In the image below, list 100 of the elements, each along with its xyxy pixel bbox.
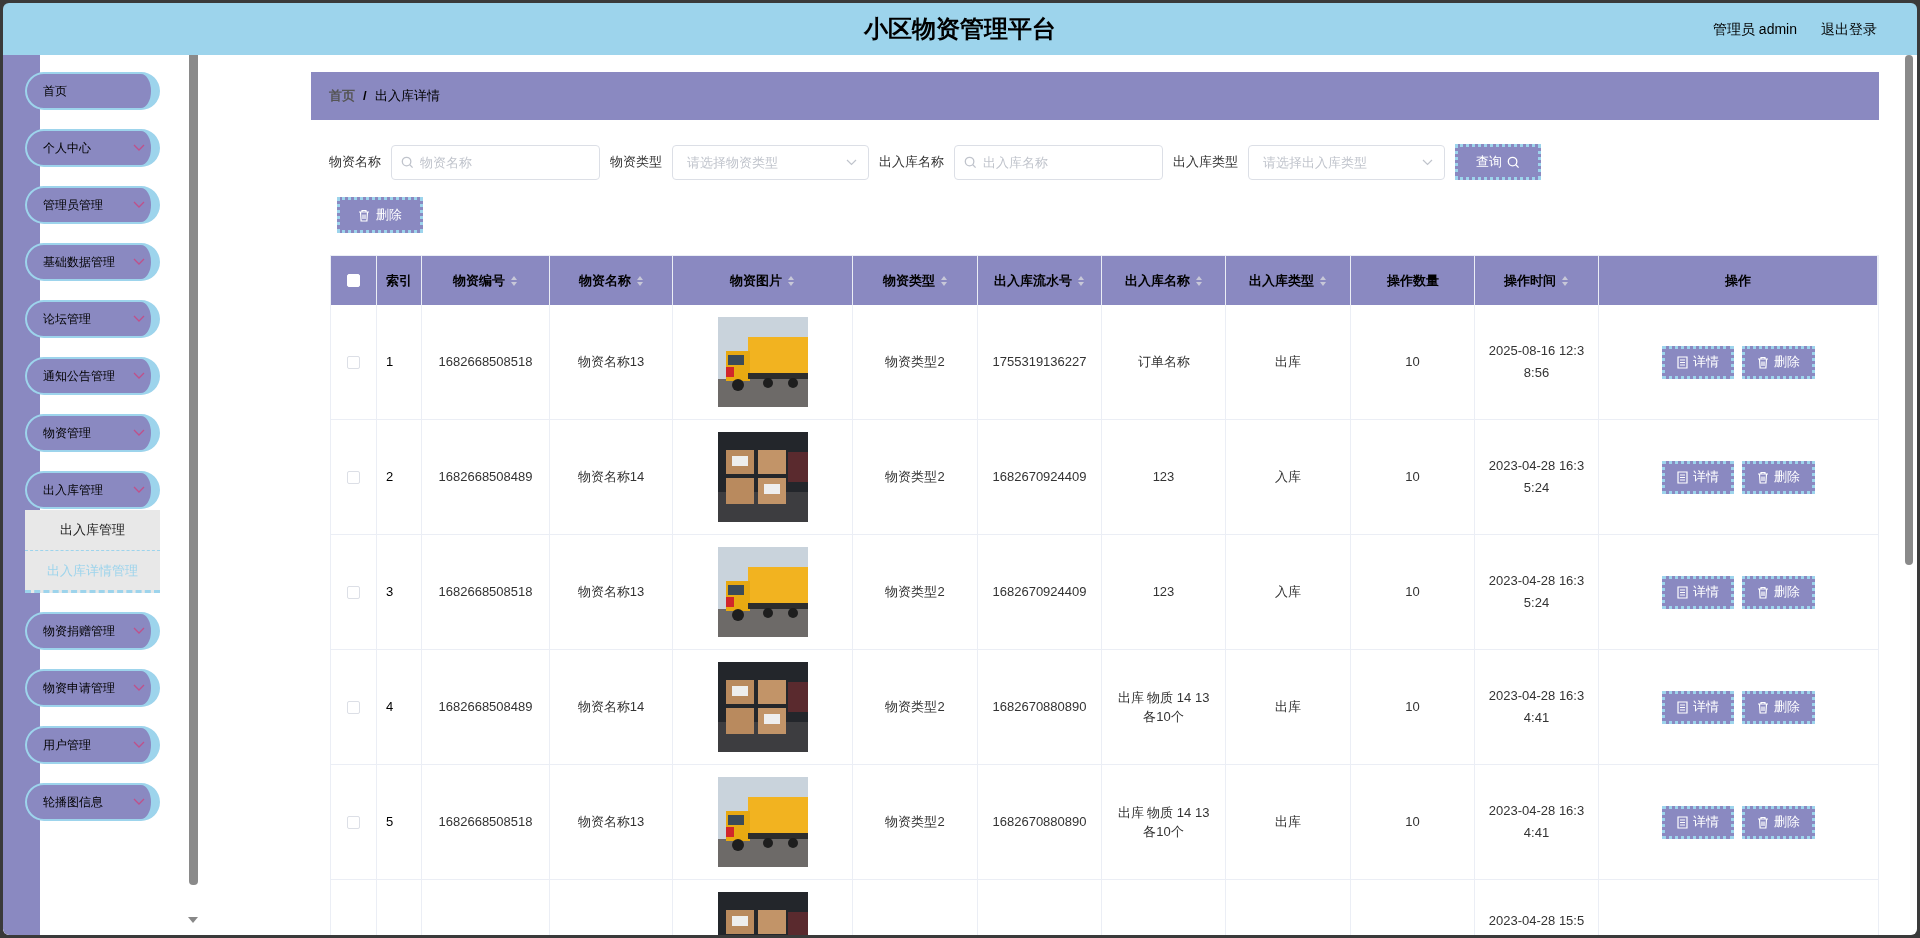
table-cell: 1682670880890 bbox=[978, 765, 1102, 879]
column-header[interactable]: 物资编号 bbox=[453, 270, 518, 291]
table-cell-text: 1 bbox=[386, 353, 394, 372]
chevron-down-icon bbox=[133, 315, 145, 323]
trash-icon bbox=[1757, 585, 1769, 599]
table-cell-text: 4 bbox=[386, 698, 394, 717]
sort-icon[interactable] bbox=[1194, 274, 1203, 287]
delete-button[interactable]: 删除 bbox=[1742, 575, 1815, 609]
sidebar-item[interactable]: 物资捐赠管理 bbox=[25, 612, 160, 650]
details-button[interactable]: 详情 bbox=[1662, 575, 1734, 609]
filter-label: 出入库名称 bbox=[879, 153, 944, 172]
checkbox[interactable] bbox=[347, 815, 360, 829]
search-icon bbox=[1507, 155, 1520, 169]
trash-icon bbox=[1757, 355, 1769, 369]
document-icon bbox=[1677, 585, 1688, 599]
sort-icon[interactable] bbox=[1077, 274, 1085, 287]
sort-icon[interactable] bbox=[635, 274, 644, 287]
logout-link[interactable]: 退出登录 bbox=[1821, 18, 1877, 40]
column-header[interactable]: 物资图片 bbox=[730, 270, 795, 291]
delete-button[interactable]: 删除 bbox=[1742, 460, 1815, 494]
table-cell-text: 2023-04-28 16:34:41 bbox=[1487, 802, 1586, 842]
table-cell-text: 2023-04-28 16:35:24 bbox=[1487, 457, 1586, 497]
checkbox[interactable] bbox=[347, 700, 360, 714]
sidebar-item[interactable]: 轮播图信息 bbox=[25, 783, 160, 821]
sidebar-item[interactable]: 个人中心 bbox=[25, 129, 160, 167]
column-header: 索引 bbox=[386, 271, 412, 290]
chevron-down-icon bbox=[133, 798, 145, 806]
column-header[interactable]: 出入库流水号 bbox=[994, 270, 1085, 291]
column-header[interactable]: 出入库类型 bbox=[1249, 270, 1327, 291]
table-cell: 物资名称14 bbox=[550, 420, 673, 534]
sidebar-item[interactable]: 出入库管理 bbox=[25, 471, 160, 509]
table-cell-text: 2023-04-28 16:34:41 bbox=[1487, 687, 1586, 727]
select-field[interactable]: 请选择物资类型 bbox=[672, 144, 869, 180]
chevron-down-icon bbox=[846, 158, 857, 166]
search-button[interactable]: 查询 bbox=[1455, 144, 1541, 180]
search-field[interactable]: 出入库名称 bbox=[954, 144, 1163, 180]
table-cell: 入库 bbox=[1226, 535, 1351, 649]
sidebar-item[interactable]: 基础数据管理 bbox=[25, 243, 160, 281]
sidebar-item[interactable]: 用户管理 bbox=[25, 726, 160, 764]
table-cell-text: 2 bbox=[386, 468, 394, 487]
trash-icon bbox=[1757, 815, 1769, 829]
table-cell: 物资类型2 bbox=[853, 420, 978, 534]
scrollbar-thumb[interactable] bbox=[188, 55, 198, 885]
table-cell: 物资类型2 bbox=[853, 650, 978, 764]
trash-icon bbox=[1757, 700, 1769, 714]
column-header[interactable]: 物资类型 bbox=[882, 270, 948, 291]
admin-label: 管理员 admin bbox=[1712, 19, 1797, 39]
column-header: 操作 bbox=[1725, 271, 1751, 290]
delete-button[interactable]: 删除 bbox=[1742, 690, 1815, 724]
scroll-down-icon[interactable] bbox=[188, 917, 198, 923]
table-cell: 1682670924409 bbox=[978, 420, 1102, 534]
sort-icon[interactable] bbox=[939, 274, 948, 287]
checkbox[interactable] bbox=[347, 355, 360, 369]
sidebar-item[interactable]: 通知公告管理 bbox=[25, 357, 160, 395]
table-cell: 物资类型2 bbox=[853, 535, 978, 649]
table-cell-text: 3 bbox=[386, 583, 394, 602]
table-cell: 1682668508518 bbox=[422, 765, 550, 879]
table-cell-text: 出库 物质 14 13 各10个 bbox=[1116, 803, 1211, 841]
sort-icon[interactable] bbox=[787, 274, 795, 287]
sort-icon[interactable] bbox=[1561, 274, 1569, 287]
sidebar-item[interactable]: 管理员管理 bbox=[25, 186, 160, 224]
column-header[interactable]: 操作时间 bbox=[1504, 270, 1569, 291]
sidebar-item[interactable]: 物资申请管理 bbox=[25, 669, 160, 707]
sidebar-item[interactable]: 物资管理 bbox=[25, 414, 160, 452]
sidebar-item[interactable]: 首页 bbox=[25, 72, 160, 110]
table-cell: 1755319136227 bbox=[978, 305, 1102, 419]
search-icon bbox=[964, 155, 977, 169]
sort-icon[interactable] bbox=[510, 274, 518, 287]
table-cell-text: 订单名称 bbox=[1136, 353, 1191, 372]
details-button[interactable]: 详情 bbox=[1662, 460, 1734, 494]
table-cell: 物资类型2 bbox=[853, 305, 978, 419]
search-field[interactable]: 物资名称 bbox=[391, 144, 600, 180]
column-header[interactable]: 物资名称 bbox=[578, 270, 644, 291]
scrollbar-thumb[interactable] bbox=[1905, 55, 1913, 565]
document-icon bbox=[1677, 700, 1688, 714]
table-cell: 物资名称13 bbox=[550, 535, 673, 649]
table-cell: 物资名称14 bbox=[550, 650, 673, 764]
sidebar-item[interactable]: 论坛管理 bbox=[25, 300, 160, 338]
delete-button[interactable]: 删除 bbox=[1742, 345, 1815, 379]
column-header[interactable]: 出入库名称 bbox=[1124, 270, 1203, 291]
table-cell-text: 5 bbox=[386, 813, 394, 832]
checkbox[interactable] bbox=[347, 585, 360, 599]
details-button[interactable]: 详情 bbox=[1662, 345, 1734, 379]
table-cell-text: 123 bbox=[1151, 583, 1176, 602]
trash-icon bbox=[358, 208, 370, 222]
details-button[interactable]: 详情 bbox=[1662, 805, 1734, 839]
table-cell: 1682670880890 bbox=[978, 650, 1102, 764]
sort-icon[interactable] bbox=[1319, 274, 1327, 287]
submenu-item[interactable]: 出入库管理 bbox=[25, 510, 160, 550]
details-button[interactable]: 详情 bbox=[1662, 690, 1734, 724]
checkbox[interactable] bbox=[347, 470, 360, 484]
trash-icon bbox=[1757, 470, 1769, 484]
document-icon bbox=[1677, 815, 1688, 829]
select-field[interactable]: 请选择出入库类型 bbox=[1248, 144, 1445, 180]
table-cell: 10 bbox=[1351, 650, 1475, 764]
filter-label: 物资类型 bbox=[610, 153, 662, 172]
delete-button[interactable]: 删除 bbox=[1742, 805, 1815, 839]
chevron-down-icon bbox=[133, 486, 145, 494]
delete-button[interactable]: 删除 bbox=[337, 197, 423, 233]
breadcrumb-item: 出入库详情 bbox=[374, 87, 440, 106]
